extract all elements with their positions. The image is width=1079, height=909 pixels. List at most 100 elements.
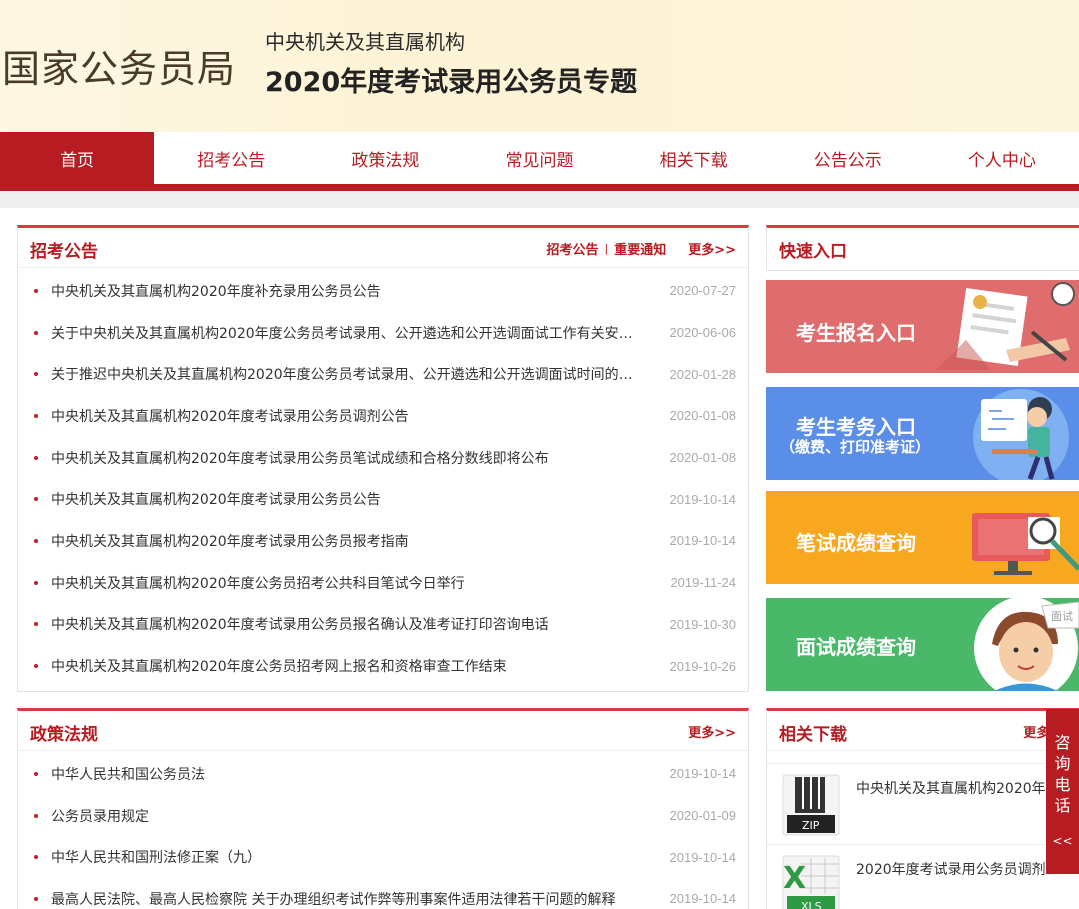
bullet-icon	[34, 622, 38, 627]
xls-mark: X	[783, 861, 806, 896]
xls-file-icon: X XLS	[782, 855, 840, 909]
bullet-icon	[34, 896, 38, 901]
download-title[interactable]: 中央机关及其直属机构2020年	[856, 778, 1046, 798]
news-date: 2019-10-14	[669, 891, 737, 907]
list-item[interactable]: 中央机关及其直属机构2020年度公务员招考公共科目笔试今日举行 2019-11-2…	[18, 562, 748, 604]
news-date: 2019-10-14	[669, 849, 737, 865]
policy-news-list: 中华人民共和国公务员法 2019-10-14 公务员录用规定 2020-01-09 …	[18, 751, 748, 909]
bullet-icon	[34, 413, 38, 418]
policy-panel: 政策法规 更多>> 中华人民共和国公务员法 2019-10-14 公务员录用规定 2…	[17, 708, 749, 909]
consult-char: 电	[1054, 775, 1071, 794]
news-date: 2020-06-06	[669, 325, 737, 341]
list-item[interactable]: 中华人民共和国公务员法 2019-10-14	[18, 753, 748, 795]
bullet-icon	[34, 813, 38, 818]
news-date: 2019-10-26	[669, 658, 737, 674]
news-title[interactable]: 中华人民共和国公务员法	[51, 764, 640, 784]
news-date: 2020-01-28	[669, 366, 737, 382]
header-title: 2020年度考试录用公务员专题	[265, 67, 638, 98]
download-item[interactable]: ZIP 中央机关及其直属机构2020年	[767, 763, 1079, 845]
nav-faq[interactable]: 常见问题	[462, 132, 616, 184]
news-date: 2019-10-14	[669, 766, 737, 782]
list-item[interactable]: 中央机关及其直属机构2020年度考试录用公务员公告 2019-10-14	[18, 478, 748, 520]
news-title[interactable]: 最高人民法院、最高人民检察院 关于办理组织考试作弊等刑事案件适用法律若干问题的解…	[51, 889, 640, 909]
recruit-link-notices[interactable]: 招考公告	[546, 239, 598, 258]
news-title[interactable]: 中华人民共和国刑法修正案（九）	[51, 847, 640, 867]
nav-recruit[interactable]: 招考公告	[154, 132, 308, 184]
bullet-icon	[34, 580, 38, 585]
bullet-icon	[34, 855, 38, 860]
news-title[interactable]: 关于中央机关及其直属机构2020年度公务员考试录用、公开遴选和公开选调面试工作有…	[51, 323, 640, 343]
downloads-panel-header: 相关下载 更多>>	[767, 711, 1079, 751]
downloads-panel: 相关下载 更多>> ZIP 中央机关及其直属机构2020年 X XLS 2020…	[766, 708, 1079, 909]
page-header: 国家公务员局 中央机关及其直属机构 2020年度考试录用公务员专题	[0, 0, 1079, 132]
bullet-icon	[34, 664, 38, 669]
quick-entry-register[interactable]: 考生报名入口	[766, 280, 1079, 373]
list-item[interactable]: 中央机关及其直属机构2020年度考试录用公务员报名确认及准考证打印咨询电话 201…	[18, 604, 748, 646]
consult-phone-tab[interactable]: 咨 询 电 话 <<	[1046, 709, 1079, 874]
download-title[interactable]: 2020年度考试录用公务员调剂	[856, 859, 1046, 879]
list-item[interactable]: 公务员录用规定 2020-01-09	[18, 795, 748, 837]
news-date: 2019-10-14	[669, 491, 737, 507]
news-title[interactable]: 中央机关及其直属机构2020年度考试录用公务员公告	[51, 489, 640, 509]
bullet-icon	[34, 288, 38, 293]
bullet-icon	[34, 538, 38, 543]
recruit-panel-links: 招考公告 | 重要通知 更多>>	[546, 239, 736, 258]
download-item[interactable]: X XLS 2020年度考试录用公务员调剂	[767, 845, 1079, 909]
bullet-icon	[34, 330, 38, 335]
site-logo[interactable]: 国家公务员局	[2, 38, 236, 93]
svg-text:面试: 面试	[1051, 610, 1073, 623]
list-item[interactable]: 中央机关及其直属机构2020年度考试录用公务员调剂公告 2020-01-08	[18, 395, 748, 437]
recruit-more-link[interactable]: 更多>>	[688, 239, 736, 258]
policy-panel-links: 更多>>	[688, 722, 736, 741]
nav-downloads[interactable]: 相关下载	[617, 132, 771, 184]
bullet-icon	[34, 497, 38, 502]
news-title[interactable]: 中央机关及其直属机构2020年度考试录用公务员笔试成绩和合格分数线即将公布	[51, 448, 640, 468]
quick-entry-exam-affairs[interactable]: 考生考务入口 （缴费、打印准考证）	[766, 387, 1079, 480]
quick-panel-header: 快速入口	[767, 228, 1079, 268]
list-item[interactable]: 中央机关及其直属机构2020年度补充录用公务员公告 2020-07-27	[18, 270, 748, 312]
nav-policy[interactable]: 政策法规	[308, 132, 462, 184]
consult-char: 询	[1054, 754, 1071, 773]
quick-entry-label: 考生报名入口	[796, 321, 916, 345]
news-date: 2019-10-14	[669, 533, 737, 549]
nav-personal-center[interactable]: 个人中心	[925, 132, 1079, 184]
bullet-icon	[34, 455, 38, 460]
list-item[interactable]: 关于中央机关及其直属机构2020年度公务员考试录用、公开遴选和公开选调面试工作有…	[18, 312, 748, 354]
news-title[interactable]: 公务员录用规定	[51, 806, 640, 826]
news-title[interactable]: 中央机关及其直属机构2020年度补充录用公务员公告	[51, 281, 640, 301]
list-item[interactable]: 中央机关及其直属机构2020年度公务员招考网上报名和资格审查工作结束 2019-1…	[18, 645, 748, 687]
news-date: 2019-10-30	[669, 616, 737, 632]
list-item[interactable]: 最高人民法院、最高人民检察院 关于办理组织考试作弊等刑事案件适用法律若干问题的解…	[18, 878, 748, 909]
news-title[interactable]: 中央机关及其直属机构2020年度考试录用公务员报名确认及准考证打印咨询电话	[51, 614, 640, 634]
quick-entry-interview-score[interactable]: 面试 面试成绩查询	[766, 598, 1079, 691]
xls-badge: XLS	[801, 900, 822, 909]
quick-panel-title: 快速入口	[779, 242, 847, 262]
collapse-arrow-icon[interactable]: <<	[1046, 831, 1079, 852]
consult-char: 话	[1054, 796, 1071, 815]
list-item[interactable]: 关于推迟中央机关及其直属机构2020年度公务员考试录用、公开遴选和公开选调面试时…	[18, 353, 748, 395]
nav-shadow	[0, 191, 1079, 208]
policy-panel-title: 政策法规	[30, 725, 98, 745]
news-date: 2020-07-27	[669, 283, 737, 299]
policy-panel-header: 政策法规 更多>>	[18, 711, 748, 751]
list-item[interactable]: 中央机关及其直属机构2020年度考试录用公务员笔试成绩和合格分数线即将公布 202…	[18, 437, 748, 479]
quick-entry-sub-label: （缴费、打印准考证）	[780, 438, 931, 456]
news-title[interactable]: 中央机关及其直属机构2020年度考试录用公务员调剂公告	[51, 406, 640, 426]
news-date: 2020-01-08	[669, 408, 737, 424]
news-title[interactable]: 中央机关及其直属机构2020年度公务员招考公共科目笔试今日举行	[51, 573, 640, 593]
policy-more-link[interactable]: 更多>>	[688, 722, 736, 741]
bullet-icon	[34, 372, 38, 377]
quick-entry-written-score[interactable]: 笔试成绩查询	[766, 491, 1079, 584]
nav-announcements[interactable]: 公告公示	[771, 132, 925, 184]
news-title[interactable]: 中央机关及其直属机构2020年度考试录用公务员报考指南	[51, 531, 640, 551]
downloads-panel-title: 相关下载	[779, 725, 847, 745]
recruit-panel-title: 招考公告	[30, 242, 98, 262]
nav-home[interactable]: 首页	[0, 132, 155, 184]
zip-file-icon: ZIP	[782, 774, 840, 836]
news-title[interactable]: 中央机关及其直属机构2020年度公务员招考网上报名和资格审查工作结束	[51, 656, 640, 676]
recruit-link-important[interactable]: 重要通知	[614, 239, 666, 258]
list-item[interactable]: 中华人民共和国刑法修正案（九） 2019-10-14	[18, 836, 748, 878]
news-date: 2020-01-08	[669, 450, 737, 466]
news-title[interactable]: 关于推迟中央机关及其直属机构2020年度公务员考试录用、公开遴选和公开选调面试时…	[51, 364, 640, 384]
list-item[interactable]: 中央机关及其直属机构2020年度考试录用公务员报考指南 2019-10-14	[18, 520, 748, 562]
